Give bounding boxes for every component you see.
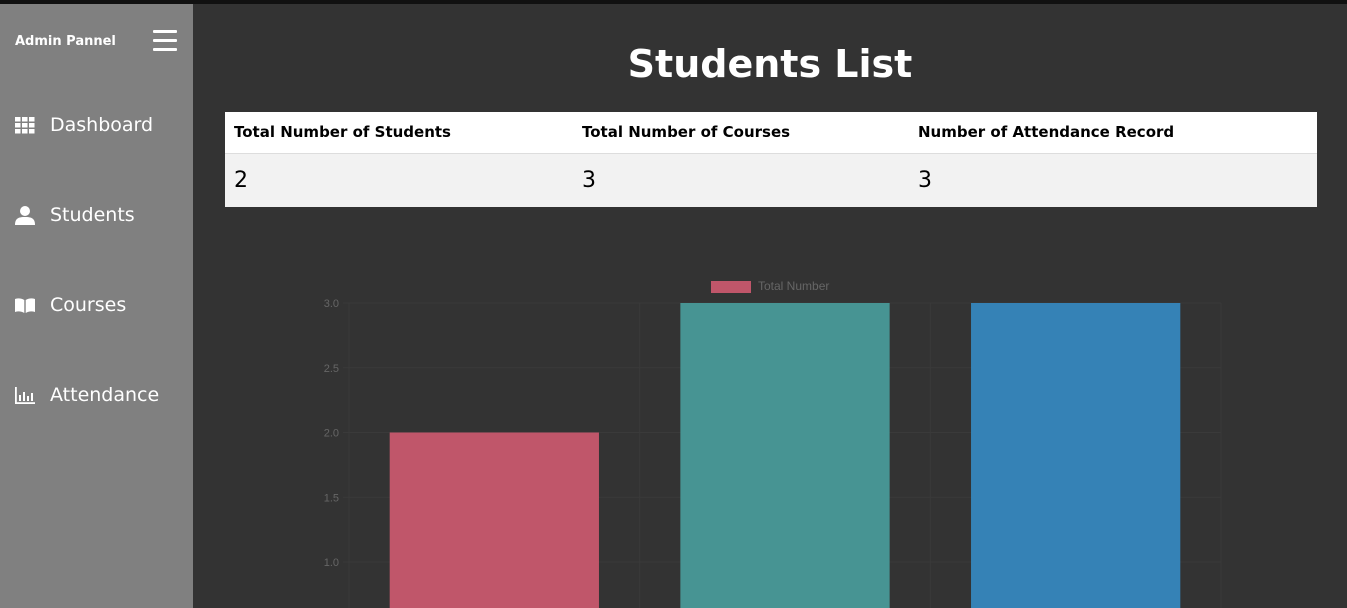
main-content: Students List Total Number of Students T… [193,4,1347,608]
legend-swatch [711,281,751,293]
user-icon [15,206,35,225]
y-tick-label: 2.0 [324,428,339,440]
sidebar-item-courses[interactable]: Courses [0,285,193,325]
sidebar-item-label: Courses [50,294,127,316]
bar-chart-icon [15,387,35,404]
legend-label: Total Number [758,279,829,293]
y-tick-label: 1.5 [324,492,339,504]
bar-chart: 3.0 2.5 2.0 1.5 1.0 Total Number [324,279,1222,608]
sidebar-item-students[interactable]: Students [0,195,193,235]
sidebar-item-dashboard[interactable]: Dashboard [0,105,193,145]
chart-bar [971,303,1181,608]
menu-toggle-icon[interactable] [153,30,177,52]
sidebar-item-attendance[interactable]: Attendance [0,375,193,415]
sidebar-item-label: Attendance [50,384,160,406]
grid-icon [15,117,35,134]
sidebar-item-label: Dashboard [50,114,154,136]
chart-bar [680,303,890,608]
sidebar: Admin Pannel Dashboard Students Courses [0,4,193,608]
y-tick-label: 3.0 [324,298,339,310]
sidebar-item-label: Students [50,204,135,226]
y-tick-label: 2.5 [324,363,339,375]
y-tick-label: 1.0 [324,557,339,569]
book-icon [15,298,35,313]
brand-title: Admin Pannel [15,34,116,49]
chart-bar [389,432,599,608]
